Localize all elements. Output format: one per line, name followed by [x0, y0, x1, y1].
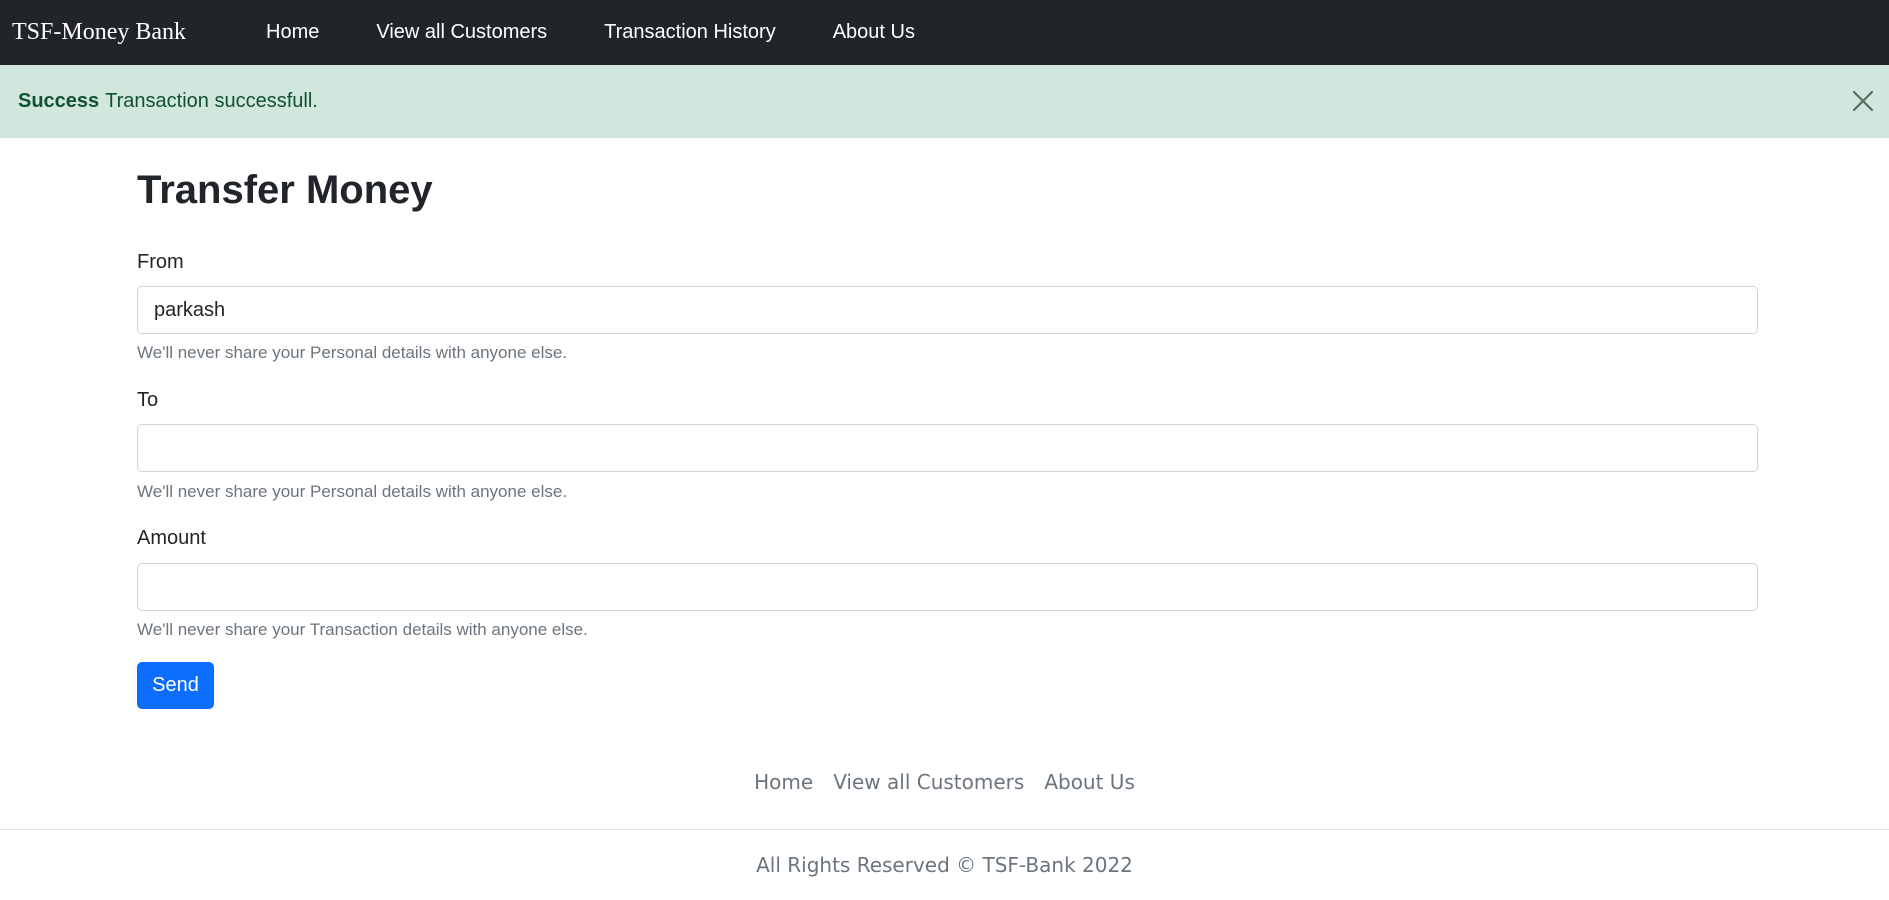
top-navbar: TSF-Money Bank Home View all Customers T… [0, 0, 1889, 65]
to-help-text: We'll never share your Personal details … [137, 482, 568, 501]
from-help-text: We'll never share your Personal details … [137, 343, 568, 362]
footer-links: Home View all Customers About Us [0, 770, 1889, 794]
amount-input[interactable] [137, 563, 1758, 611]
footer-divider [0, 829, 1889, 830]
brand-logo-link[interactable]: TSF-Money Bank [12, 19, 186, 46]
to-input[interactable] [137, 424, 1758, 472]
amount-help-text: We'll never share your Transaction detai… [137, 620, 588, 639]
alert-strong-text: Success [18, 90, 100, 112]
amount-label: Amount [137, 527, 206, 549]
to-label: To [137, 389, 159, 411]
nav-link-transaction-history[interactable]: Transaction History [604, 21, 776, 44]
from-input[interactable] [137, 286, 1758, 334]
from-label: From [137, 251, 184, 273]
footer-link-view-all-customers[interactable]: View all Customers [833, 770, 1024, 794]
footer-link-about-us[interactable]: About Us [1044, 770, 1135, 794]
page-title: Transfer Money [137, 168, 433, 212]
close-icon [1852, 90, 1874, 112]
footer-link-home[interactable]: Home [754, 770, 813, 794]
alert-close-button[interactable] [1849, 87, 1877, 115]
nav-link-home[interactable]: Home [266, 21, 319, 44]
alert-message: Transaction successfull. [105, 90, 318, 112]
copyright-text: All Rights Reserved © TSF-Bank 2022 [756, 853, 1133, 877]
send-button[interactable]: Send [137, 662, 214, 709]
success-alert: Success Transaction successfull. [0, 65, 1889, 138]
nav-links: Home View all Customers Transaction Hist… [266, 21, 972, 44]
nav-link-about-us[interactable]: About Us [833, 21, 915, 44]
nav-link-view-all-customers[interactable]: View all Customers [376, 21, 547, 44]
